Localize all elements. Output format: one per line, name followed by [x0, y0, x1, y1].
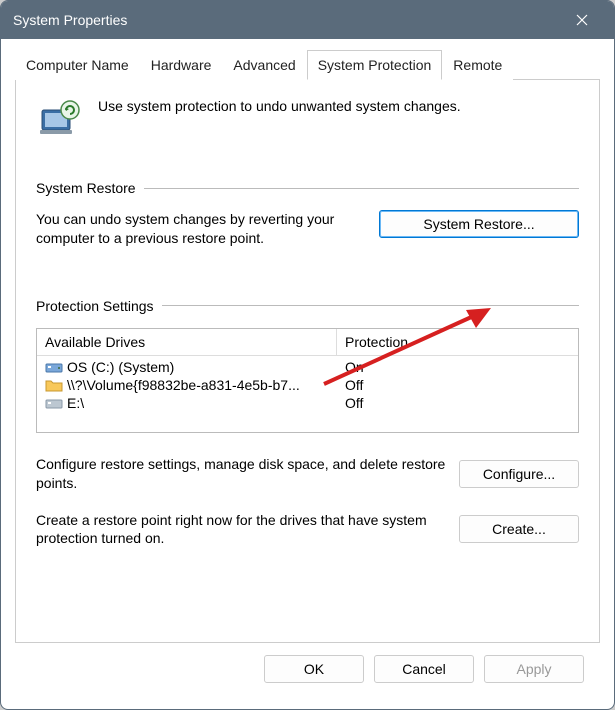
drive-name: \\?\Volume{f98832be-a831-4e5b-b7... — [67, 377, 300, 393]
dialog-footer: OK Cancel Apply — [15, 643, 600, 695]
configure-button[interactable]: Configure... — [459, 460, 579, 488]
hdd-icon — [45, 359, 63, 375]
tab-hardware[interactable]: Hardware — [140, 50, 223, 80]
create-description: Create a restore point right now for the… — [36, 511, 447, 549]
system-restore-legend-text: System Restore — [36, 180, 144, 196]
tab-panel-system-protection: Use system protection to undo unwanted s… — [15, 80, 600, 643]
system-restore-legend: System Restore — [36, 180, 579, 196]
create-button[interactable]: Create... — [459, 515, 579, 543]
window-title: System Properties — [13, 12, 562, 28]
configure-row: Configure restore settings, manage disk … — [36, 455, 579, 493]
hdd-icon — [45, 395, 63, 411]
protection-settings-legend: Protection Settings — [36, 298, 579, 314]
tab-advanced[interactable]: Advanced — [222, 50, 306, 80]
system-properties-window: System Properties Computer Name Hardware… — [0, 0, 615, 710]
content-area: Computer Name Hardware Advanced System P… — [1, 39, 614, 709]
drive-protection: Off — [345, 377, 570, 393]
drive-name: OS (C:) (System) — [67, 359, 174, 375]
protection-settings-section: Protection Settings Available Drives Pro… — [36, 298, 579, 549]
system-protection-icon — [36, 96, 84, 144]
drives-table-header: Available Drives Protection — [37, 329, 578, 356]
close-icon — [576, 14, 588, 26]
ok-button[interactable]: OK — [264, 655, 364, 683]
create-row: Create a restore point right now for the… — [36, 511, 579, 549]
apply-button[interactable]: Apply — [484, 655, 584, 683]
configure-description: Configure restore settings, manage disk … — [36, 455, 447, 493]
table-row[interactable]: E:\ Off — [37, 394, 578, 412]
folder-icon — [45, 377, 63, 393]
drives-table-body: OS (C:) (System) On \\?\Volume{f98832be-… — [37, 356, 578, 432]
intro-text: Use system protection to undo unwanted s… — [98, 96, 461, 114]
drives-table: Available Drives Protection OS (C:) (Sys… — [36, 328, 579, 433]
table-row[interactable]: \\?\Volume{f98832be-a831-4e5b-b7... Off — [37, 376, 578, 394]
tab-computer-name[interactable]: Computer Name — [15, 50, 140, 80]
protection-settings-legend-text: Protection Settings — [36, 298, 162, 314]
system-restore-section: System Restore You can undo system chang… — [36, 180, 579, 248]
table-row[interactable]: OS (C:) (System) On — [37, 358, 578, 376]
divider — [144, 188, 579, 189]
cancel-button[interactable]: Cancel — [374, 655, 474, 683]
divider — [162, 305, 579, 306]
tab-system-protection[interactable]: System Protection — [307, 50, 443, 80]
close-button[interactable] — [562, 1, 602, 39]
drive-name: E:\ — [67, 395, 84, 411]
drive-protection: On — [345, 359, 570, 375]
titlebar[interactable]: System Properties — [1, 1, 614, 39]
column-header-protection[interactable]: Protection — [337, 329, 578, 356]
restore-row: You can undo system changes by reverting… — [36, 210, 579, 248]
tab-remote[interactable]: Remote — [442, 50, 513, 80]
tab-strip: Computer Name Hardware Advanced System P… — [15, 49, 600, 80]
drive-protection: Off — [345, 395, 570, 411]
column-header-drives[interactable]: Available Drives — [37, 329, 337, 356]
intro-row: Use system protection to undo unwanted s… — [36, 96, 579, 144]
restore-description: You can undo system changes by reverting… — [36, 210, 367, 248]
system-restore-button[interactable]: System Restore... — [379, 210, 579, 238]
